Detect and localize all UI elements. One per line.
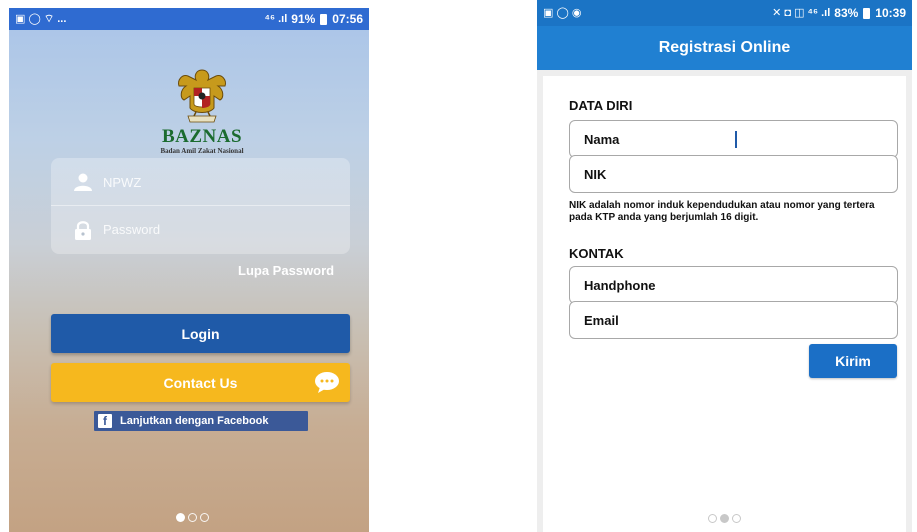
page-indicator bbox=[708, 514, 741, 523]
password-row bbox=[51, 206, 350, 253]
nik-field[interactable]: NIK bbox=[569, 155, 898, 193]
page-dot-1 bbox=[708, 514, 717, 523]
login-screen: ▣ ◯ ⌔ ... ⁴⁶ .ıl 91% 07:56 BAZNAS Badan … bbox=[9, 8, 369, 532]
section-title-contact: KONTAK bbox=[569, 246, 624, 261]
app-bar: Registrasi Online bbox=[537, 26, 912, 70]
login-button[interactable]: Login bbox=[51, 314, 350, 353]
handphone-field[interactable]: Handphone bbox=[569, 266, 898, 304]
nik-help-text: NIK adalah nomor induk kependudukan atau… bbox=[569, 200, 875, 223]
forgot-password-link[interactable]: Lupa Password bbox=[238, 263, 334, 278]
battery-icon bbox=[320, 13, 328, 25]
submit-button[interactable]: Kirim bbox=[809, 344, 897, 378]
page-dot-2 bbox=[188, 513, 197, 522]
status-bar: ▣ ◯ ⌔ ... ⁴⁶ .ıl 91% 07:56 bbox=[9, 8, 369, 30]
baznas-logo: BAZNAS Badan Amil Zakat Nasional bbox=[137, 64, 267, 155]
facebook-login-button[interactable]: f Lanjutkan dengan Facebook bbox=[94, 411, 308, 431]
system-icons: ✕ ◘ ◫ ⁴⁶ .ıl bbox=[772, 6, 831, 19]
facebook-icon: f bbox=[98, 414, 112, 428]
page-indicator bbox=[176, 513, 209, 522]
notification-icons: ▣ ◯ ◉ bbox=[543, 6, 582, 19]
login-button-label: Login bbox=[181, 325, 220, 342]
email-field[interactable]: Email bbox=[569, 301, 898, 339]
battery-percent: 83% bbox=[834, 6, 859, 20]
lock-icon bbox=[75, 220, 91, 240]
login-form bbox=[51, 158, 350, 254]
nik-label: NIK bbox=[584, 166, 607, 182]
battery-percent: 91% bbox=[291, 12, 316, 26]
contact-us-label: Contact Us bbox=[163, 374, 238, 391]
clock: 07:56 bbox=[332, 12, 363, 26]
notification-icons: ▣ ◯ ⌔ ... bbox=[15, 12, 67, 25]
password-input[interactable] bbox=[103, 222, 323, 237]
text-cursor bbox=[735, 131, 737, 148]
page-dot-3 bbox=[200, 513, 209, 522]
npwz-input[interactable] bbox=[103, 174, 323, 190]
registration-form: DATA DIRI Nama NIK NIK adalah nomor indu… bbox=[543, 76, 906, 532]
status-bar: ▣ ◯ ◉ ✕ ◘ ◫ ⁴⁶ .ıl 83% 10:39 bbox=[537, 0, 912, 26]
chat-bubble-icon bbox=[315, 372, 339, 393]
page-dot-2 bbox=[720, 514, 729, 523]
registration-screen: ▣ ◯ ◉ ✕ ◘ ◫ ⁴⁶ .ıl 83% 10:39 Registrasi … bbox=[537, 0, 912, 532]
screenshot-stage: ▣ ◯ ⌔ ... ⁴⁶ .ıl 91% 07:56 BAZNAS Badan … bbox=[0, 0, 917, 532]
brand-title: BAZNAS bbox=[161, 126, 243, 147]
contact-us-button[interactable]: Contact Us bbox=[51, 363, 350, 402]
battery-icon bbox=[863, 7, 871, 19]
section-title-personal: DATA DIRI bbox=[569, 98, 633, 113]
npwz-row bbox=[51, 159, 350, 206]
handphone-label: Handphone bbox=[584, 277, 656, 293]
garuda-emblem-icon bbox=[178, 69, 226, 123]
user-icon bbox=[74, 173, 92, 191]
app-bar-title: Registrasi Online bbox=[658, 39, 791, 56]
nama-field[interactable]: Nama bbox=[569, 120, 898, 158]
clock: 10:39 bbox=[875, 6, 906, 20]
submit-button-label: Kirim bbox=[835, 353, 871, 369]
page-dot-3 bbox=[732, 514, 741, 523]
nama-label: Nama bbox=[584, 131, 620, 147]
email-label: Email bbox=[584, 312, 619, 328]
page-dot-1 bbox=[176, 513, 185, 522]
brand-subtitle: Badan Amil Zakat Nasional bbox=[160, 147, 244, 155]
signal-icon: ⁴⁶ .ıl bbox=[264, 12, 288, 25]
facebook-button-label: Lanjutkan dengan Facebook bbox=[120, 415, 269, 427]
